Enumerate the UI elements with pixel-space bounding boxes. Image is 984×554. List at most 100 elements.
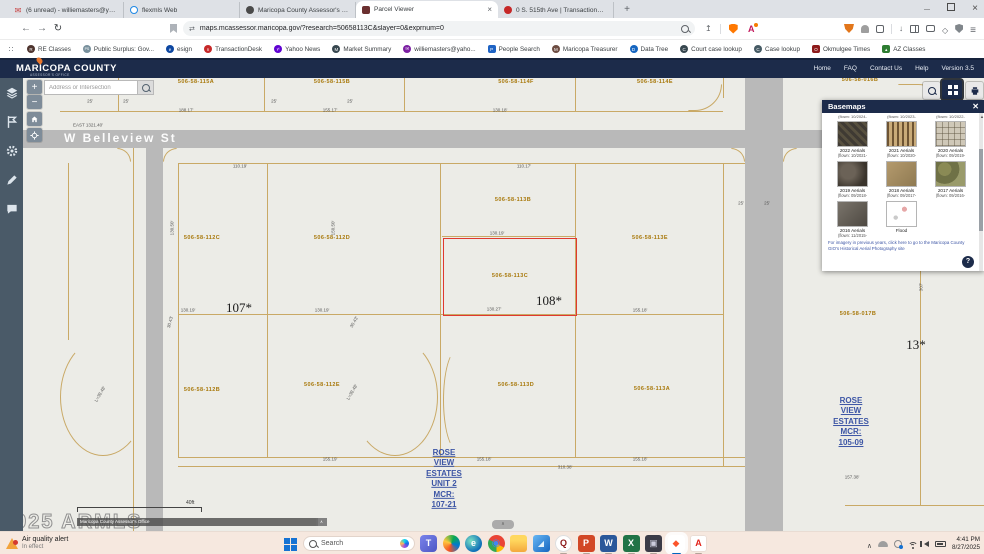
taskbar-app-icon[interactable]: W xyxy=(600,535,617,552)
help-icon[interactable]: ? xyxy=(962,256,974,268)
tray-overflow-chevron-icon[interactable] xyxy=(867,535,872,553)
basemap-option[interactable]: Flood xyxy=(877,201,926,238)
taskbar-app-icon[interactable]: ▣ xyxy=(645,535,662,552)
basemap-thumbnail[interactable] xyxy=(886,121,917,147)
basemap-thumbnail[interactable] xyxy=(837,161,868,187)
menu-icon[interactable] xyxy=(970,20,976,38)
downloads-icon[interactable] xyxy=(899,24,903,33)
cloud-icon[interactable] xyxy=(878,541,888,547)
subdivision-link[interactable]: ROSE VIEW ESTATES MCR: 105-09 xyxy=(833,396,869,448)
taskbar-app-icon[interactable]: Q xyxy=(555,535,572,552)
address-search-button[interactable] xyxy=(138,80,154,95)
taskbar-app-icon[interactable]: ◉ xyxy=(488,535,505,552)
reload-button[interactable] xyxy=(50,23,66,34)
bookmark[interactable]: C Case lookup xyxy=(754,45,800,53)
taskbar-app-icon[interactable] xyxy=(510,535,527,552)
settings-gear-icon[interactable] xyxy=(5,144,19,158)
directions-icon[interactable] xyxy=(5,115,19,129)
bookmark-icon[interactable] xyxy=(170,24,177,33)
comment-icon[interactable] xyxy=(5,202,19,216)
attribution-toggle[interactable]: ∧ xyxy=(316,518,327,526)
scroll-up-icon[interactable]: ▲ xyxy=(980,114,984,119)
start-button[interactable] xyxy=(284,538,290,544)
taskbar-app-icon[interactable]: X xyxy=(623,535,640,552)
subdivision-link[interactable]: ROSE VIEW ESTATES UNIT 2 MCR: 107-21 xyxy=(426,448,462,510)
bookmark[interactable]: M Market Summary xyxy=(332,45,391,53)
extension-icon[interactable] xyxy=(861,25,869,33)
bookmark[interactable]: P People Search xyxy=(488,45,540,53)
minimize-button[interactable] xyxy=(922,4,932,13)
basemap-option[interactable]: 2020 Aerials (flown: 09/2019- xyxy=(926,121,975,158)
site-nav-link[interactable]: Help xyxy=(915,65,928,72)
close-icon[interactable]: ✕ xyxy=(972,100,979,113)
browser-tab[interactable]: (6 unread) - williemasters@yahoo.co... × xyxy=(8,2,124,18)
bookmark[interactable]: ▲ AZ Classes xyxy=(882,45,925,53)
bookmark[interactable]: O Okmulgee Times xyxy=(812,45,870,53)
basemap-option[interactable]: 2018 Aerials (flown: 09/2017- xyxy=(877,161,926,198)
bookmark[interactable]: D Data Tree xyxy=(630,45,669,53)
basemap-thumbnail[interactable] xyxy=(935,121,966,147)
basemaps-panel-header[interactable]: Basemaps ✕ xyxy=(822,100,984,113)
bookmark[interactable]: R RE Classes xyxy=(27,45,71,53)
forward-button[interactable] xyxy=(34,23,50,34)
new-tab-button[interactable]: + xyxy=(620,2,634,16)
taskbar-app-icon[interactable]: T xyxy=(420,535,437,552)
basemap-thumbnail[interactable] xyxy=(935,161,966,187)
address-search-input[interactable] xyxy=(44,80,138,95)
home-button[interactable] xyxy=(27,112,42,126)
basemap-thumbnail[interactable] xyxy=(886,161,917,187)
extension-icon[interactable] xyxy=(876,25,884,33)
metamask-fox-icon[interactable] xyxy=(844,24,854,33)
shield-extension-icon[interactable] xyxy=(729,24,738,34)
taskbar-app-icon[interactable]: e xyxy=(465,535,482,552)
site-nav-link[interactable]: Home xyxy=(814,65,831,72)
taskbar-app-icon[interactable]: P xyxy=(578,535,595,552)
browser-tab[interactable]: flexmls Web × xyxy=(124,2,240,18)
address-bar[interactable]: maps.mcassessor.maricopa.gov/?research=5… xyxy=(183,21,695,36)
browser-tab[interactable]: 0 S. 515th Ave | TransactionDesk × xyxy=(498,2,614,18)
site-info-icon[interactable] xyxy=(189,25,195,33)
bookmark[interactable]: M Maricopa Treasurer xyxy=(552,45,618,53)
basemaps-button[interactable] xyxy=(942,80,962,99)
print-button[interactable] xyxy=(966,82,983,99)
basemaps-scrollbar-thumb[interactable] xyxy=(979,149,983,231)
site-nav-link[interactable]: FAQ xyxy=(844,65,857,72)
map-scroll-pill[interactable]: ∧ xyxy=(492,520,514,529)
bookmark[interactable]: y! Yahoo News xyxy=(274,45,320,53)
share-icon[interactable] xyxy=(705,24,712,33)
browser-tab[interactable]: Parcel Viewer × xyxy=(356,1,498,18)
site-nav-link[interactable]: Version 3.5 xyxy=(941,65,974,72)
bookmark[interactable]: C Court case lookup xyxy=(680,45,742,53)
tab-close-icon[interactable]: × xyxy=(487,5,492,14)
locate-button[interactable] xyxy=(27,128,42,142)
draw-pencil-icon[interactable] xyxy=(5,173,19,187)
status-icon[interactable] xyxy=(894,540,902,548)
bookmark[interactable]: ✉ williemasters@yaho... xyxy=(403,45,475,53)
browser-tab[interactable]: Maricopa County Assessor's Office × xyxy=(240,2,356,18)
bookmark[interactable]: n TransactionDesk xyxy=(204,45,262,53)
basemap-thumbnail[interactable] xyxy=(837,121,868,147)
split-view-icon[interactable] xyxy=(910,25,919,33)
bookmark[interactable]: e esign xyxy=(166,45,192,53)
basemap-thumbnail[interactable] xyxy=(886,201,917,227)
basemap-thumbnail[interactable] xyxy=(837,201,868,227)
taskbar-clock[interactable]: 4:41 PM 8/27/2025 xyxy=(952,536,980,552)
zoom-out-button[interactable] xyxy=(27,95,42,109)
basemap-option[interactable]: 2021 Aerials (flown: 10/2020- xyxy=(877,121,926,158)
volume-icon[interactable] xyxy=(924,541,929,547)
basemap-option[interactable]: 2022 Aerials (flown: 10/2021- xyxy=(828,121,877,158)
bookmark[interactable]: PS Public Surplus: Gov... xyxy=(83,45,154,53)
rewards-icon[interactable] xyxy=(942,20,948,38)
wifi-icon[interactable] xyxy=(908,540,918,549)
zoom-page-icon[interactable] xyxy=(681,25,689,33)
back-button[interactable] xyxy=(18,23,34,34)
basemap-option[interactable]: 2016 Aerials (flown: 11/2015- xyxy=(828,201,877,238)
close-window-button[interactable] xyxy=(970,3,980,14)
taskbar-app-icon[interactable] xyxy=(443,535,460,552)
taskbar-search[interactable]: Search xyxy=(303,536,415,551)
apps-grid-icon[interactable] xyxy=(8,46,15,53)
basemap-option[interactable]: 2017 Aerials (flown: 09/2016- xyxy=(926,161,975,198)
site-nav-link[interactable]: Contact Us xyxy=(870,65,902,72)
weather-widget[interactable]: Air quality alert In effect xyxy=(6,536,68,551)
taskbar-app-icon[interactable]: ◢ xyxy=(533,535,550,552)
